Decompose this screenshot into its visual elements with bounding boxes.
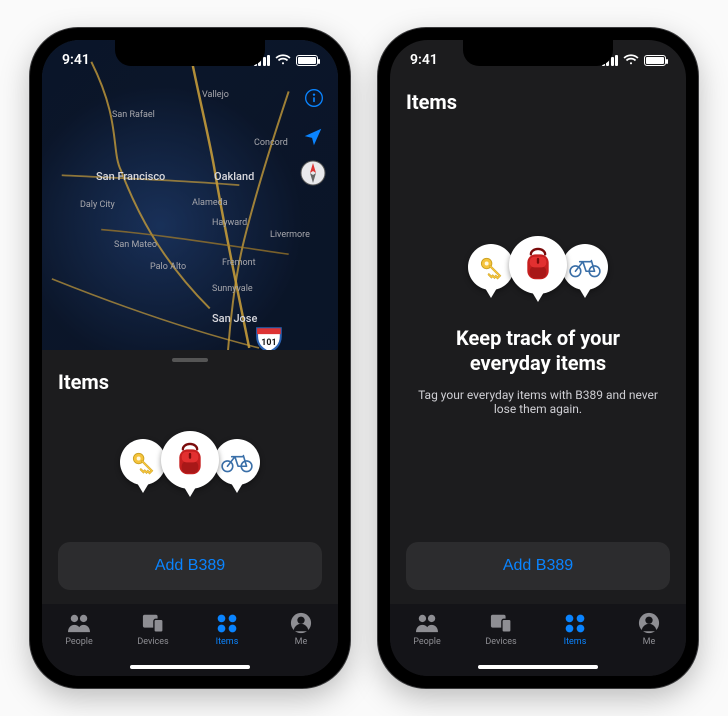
add-item-button[interactable]: Add B389	[406, 542, 670, 590]
wifi-icon	[275, 54, 291, 66]
map-label: San Francisco	[96, 170, 165, 183]
map-label: Fremont	[222, 258, 256, 268]
map-compass-button[interactable]	[300, 160, 326, 186]
bubble-bike	[562, 244, 608, 290]
map-label: Livermore	[270, 230, 310, 240]
bubble-bike	[214, 439, 260, 485]
devices-icon	[141, 612, 165, 634]
home-indicator[interactable]	[130, 665, 250, 669]
backpack-icon	[519, 246, 557, 284]
tab-bar: People Devices Items Me	[390, 604, 686, 676]
bottom-sheet[interactable]: Items Add B389	[42, 350, 338, 604]
items-icon	[215, 612, 239, 634]
compass-icon	[300, 160, 326, 186]
map-label: Daly City	[80, 200, 115, 210]
key-icon	[129, 448, 157, 476]
item-bubbles	[120, 431, 260, 501]
info-icon	[304, 88, 324, 108]
tab-me[interactable]: Me	[619, 612, 679, 647]
map-info-button[interactable]	[304, 88, 324, 108]
me-icon	[637, 612, 661, 634]
map-label: San Mateo	[114, 240, 157, 250]
battery-icon	[644, 55, 666, 66]
svg-text:101: 101	[261, 338, 276, 348]
bubble-key	[120, 439, 166, 485]
map-label: Concord	[254, 138, 288, 148]
phone-mock-right: 9:41 Items Keep track of your everyday i…	[378, 28, 698, 688]
status-time: 9:41	[410, 52, 438, 68]
status-time: 9:41	[62, 52, 90, 68]
map-label: Sunnyvale	[212, 284, 253, 294]
phone-mock-left: 9:41 101	[30, 28, 350, 688]
map-label: Hayward	[212, 218, 247, 228]
tab-devices[interactable]: Devices	[123, 612, 183, 647]
key-icon	[477, 253, 505, 281]
map-locate-button[interactable]	[302, 126, 324, 148]
map-label: Palo Alto	[150, 262, 186, 272]
tab-me[interactable]: Me	[271, 612, 331, 647]
battery-icon	[296, 55, 318, 66]
sheet-title: Items	[406, 90, 670, 114]
bubble-backpack	[161, 431, 219, 489]
hero-title: Keep track of your everyday items	[456, 326, 620, 376]
hero-subtitle: Tag your everyday items with B389 and ne…	[418, 388, 658, 416]
bubble-backpack	[509, 236, 567, 294]
map-label: Alameda	[192, 198, 228, 208]
items-icon	[563, 612, 587, 634]
notch	[115, 40, 265, 66]
map-label: Vallejo	[202, 90, 229, 100]
map-label: San Rafael	[112, 110, 155, 120]
map-label: San Jose	[212, 312, 257, 325]
location-arrow-icon	[302, 126, 324, 148]
tab-items[interactable]: Items	[197, 612, 257, 647]
map-label: Oakland	[214, 170, 254, 183]
map-roads: 101	[42, 40, 338, 350]
people-icon	[67, 612, 91, 634]
me-icon	[289, 612, 313, 634]
bike-icon	[220, 451, 254, 473]
notch	[463, 40, 613, 66]
bike-icon	[568, 256, 602, 278]
tab-devices[interactable]: Devices	[471, 612, 531, 647]
devices-icon	[489, 612, 513, 634]
tab-bar: People Devices Items Me	[42, 604, 338, 676]
home-indicator[interactable]	[478, 665, 598, 669]
sheet-grabber[interactable]	[172, 358, 208, 362]
tab-items[interactable]: Items	[545, 612, 605, 647]
tab-people[interactable]: People	[49, 612, 109, 647]
backpack-icon	[171, 441, 209, 479]
item-bubbles	[468, 236, 608, 306]
add-item-button[interactable]: Add B389	[58, 542, 322, 590]
bubble-key	[468, 244, 514, 290]
wifi-icon	[623, 54, 639, 66]
map-view[interactable]: 101 Vallejo San Rafael Concord San Francisc…	[42, 40, 338, 350]
bottom-sheet-expanded[interactable]: Items Keep track of your everyday items …	[390, 80, 686, 604]
people-icon	[415, 612, 439, 634]
tab-people[interactable]: People	[397, 612, 457, 647]
sheet-title: Items	[58, 370, 322, 394]
